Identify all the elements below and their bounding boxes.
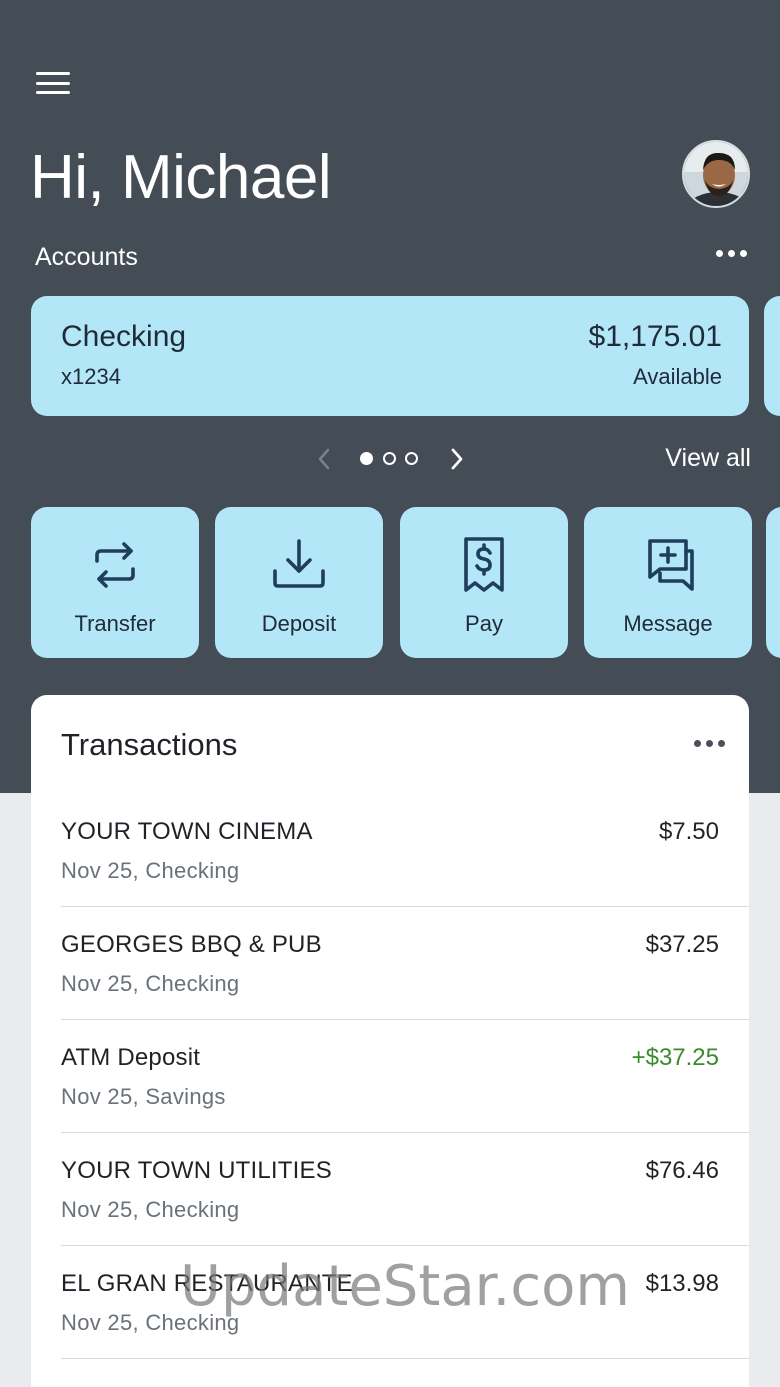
chevron-left-icon[interactable] [310, 444, 340, 474]
message-button[interactable]: Message [584, 507, 752, 658]
deposit-icon [267, 533, 331, 597]
account-card-checking[interactable]: Checking x1234 $1,175.01 Available [31, 296, 749, 416]
transfer-icon [83, 533, 147, 597]
deposit-button[interactable]: Deposit [215, 507, 383, 658]
transaction-name: GEORGES BBQ & PUB [61, 931, 322, 958]
page-dot-active[interactable] [360, 452, 373, 465]
transaction-detail: Nov 25, Checking [61, 1197, 240, 1222]
account-number: x1234 [61, 364, 121, 389]
transaction-name: YOUR TOWN CINEMA [61, 818, 313, 845]
transaction-amount: $13.98 [645, 1270, 719, 1297]
transaction-name: ATM Deposit [61, 1044, 201, 1071]
transaction-row[interactable]: YOUR TOWN UTILITIES Nov 25, Checking $76… [61, 1133, 749, 1246]
account-balance: $1,175.01 [588, 320, 722, 353]
transaction-row[interactable]: YOUR TOWN CINEMA Nov 25, Checking $7.50 [61, 794, 749, 907]
greeting-title: Hi, Michael [30, 143, 332, 212]
transfer-button[interactable]: Transfer [31, 507, 199, 658]
view-all-link[interactable]: View all [665, 444, 751, 473]
transaction-name: EL GRAN RESTAURANTE [61, 1270, 353, 1297]
deposit-label: Deposit [261, 611, 337, 636]
pay-bill-icon [452, 533, 516, 597]
account-name: Checking [61, 320, 187, 353]
transaction-row[interactable]: GEORGES BBQ & PUB Nov 25, Checking $37.2… [61, 907, 749, 1020]
page-dot[interactable] [405, 452, 418, 465]
pay-label: Pay [465, 611, 503, 636]
message-label: Message [623, 611, 713, 636]
accounts-label: Accounts [35, 243, 138, 271]
message-icon [636, 533, 700, 597]
transaction-detail: Nov 25, Checking [61, 858, 240, 883]
accounts-more-icon[interactable] [716, 250, 747, 257]
account-pager [310, 444, 470, 474]
transactions-title: Transactions [61, 727, 238, 762]
transactions-more-icon[interactable] [694, 740, 725, 747]
transaction-detail: Nov 25, Checking [61, 971, 240, 996]
transaction-amount: $37.25 [645, 931, 719, 958]
hamburger-menu-icon[interactable] [36, 68, 70, 98]
transaction-name: YOUR TOWN UTILITIES [61, 1157, 332, 1184]
transaction-detail: Nov 25, Savings [61, 1084, 226, 1109]
account-balance-label: Available [633, 364, 722, 389]
transaction-amount: $7.50 [658, 818, 719, 845]
transfer-label: Transfer [74, 611, 156, 636]
page-dot[interactable] [383, 452, 396, 465]
pay-button[interactable]: Pay [400, 507, 568, 658]
avatar[interactable] [682, 140, 750, 208]
transactions-card: Transactions YOUR TOWN CINEMA Nov 25, Ch… [31, 695, 749, 1387]
transaction-row[interactable]: ATM Deposit Nov 25, Savings +$37.25 [61, 1020, 749, 1133]
transaction-amount: $76.46 [645, 1157, 719, 1184]
transaction-row[interactable]: EL GRAN RESTAURANTE Nov 25, Checking $13… [61, 1246, 749, 1359]
transaction-amount-credit: +$37.25 [631, 1044, 719, 1071]
more-actions-peek[interactable] [766, 507, 780, 658]
transaction-detail: Nov 25, Checking [61, 1310, 240, 1335]
chevron-right-icon[interactable] [442, 444, 472, 474]
next-account-card[interactable] [764, 296, 780, 416]
